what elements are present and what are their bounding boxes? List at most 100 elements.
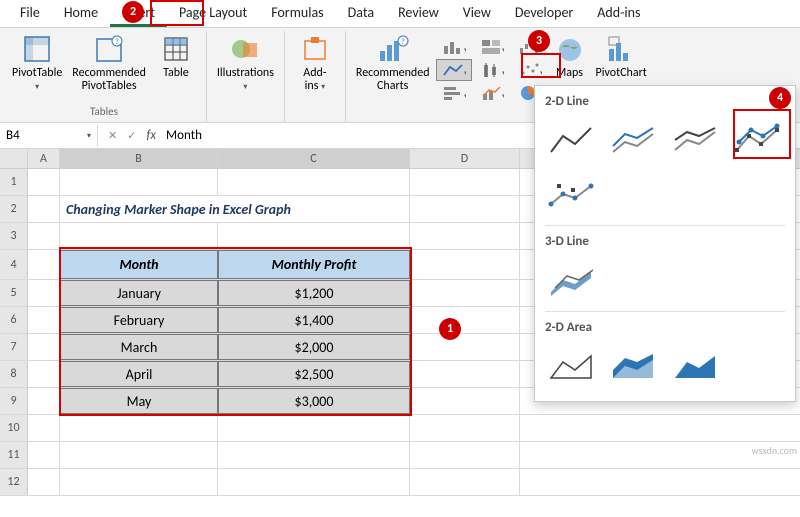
cell[interactable] <box>28 334 60 360</box>
tab-review[interactable]: Review <box>386 0 451 27</box>
line-with-markers-option[interactable] <box>729 117 785 163</box>
row-header[interactable]: 11 <box>0 442 28 468</box>
cell[interactable] <box>410 442 520 468</box>
area-chart-option[interactable] <box>543 343 599 389</box>
row-header[interactable]: 7 <box>0 334 28 360</box>
table-button[interactable]: Table <box>152 33 200 95</box>
row-header[interactable]: 9 <box>0 388 28 414</box>
tab-insert[interactable]: Insert <box>110 0 167 27</box>
cell[interactable] <box>410 223 520 249</box>
table-cell[interactable]: January <box>60 280 218 306</box>
row-header[interactable]: 6 <box>0 307 28 333</box>
stacked-line-markers-option[interactable] <box>543 171 599 217</box>
cell[interactable] <box>28 415 60 441</box>
bar-chart-button[interactable]: ▾ <box>436 82 472 104</box>
cell[interactable] <box>218 169 410 195</box>
cell[interactable] <box>28 280 60 306</box>
select-all-corner[interactable] <box>0 149 28 168</box>
cell[interactable] <box>28 250 60 279</box>
row-header[interactable]: 5 <box>0 280 28 306</box>
table-cell[interactable]: April <box>60 361 218 387</box>
recommended-pivottables-button[interactable]: ? Recommended PivotTables <box>68 33 150 95</box>
statistic-chart-button[interactable]: ▾ <box>474 59 510 81</box>
tab-formulas[interactable]: Formulas <box>259 0 335 27</box>
cell[interactable] <box>410 196 520 222</box>
row-header[interactable]: 1 <box>0 169 28 195</box>
stacked-area-option[interactable] <box>605 343 661 389</box>
scatter-chart-button[interactable]: ▾ <box>512 59 548 81</box>
cancel-formula-icon[interactable]: ✕ <box>108 129 117 142</box>
100pct-stacked-line-option[interactable] <box>667 117 723 163</box>
line-chart-option[interactable] <box>543 117 599 163</box>
cell[interactable] <box>28 388 60 414</box>
tab-addins[interactable]: Add-ins <box>585 0 652 27</box>
cell[interactable] <box>410 361 520 387</box>
header-month[interactable]: Month <box>60 250 218 279</box>
table-cell[interactable]: $2,500 <box>218 361 410 387</box>
stacked-line-chart-option[interactable] <box>605 117 661 163</box>
tab-view[interactable]: View <box>451 0 503 27</box>
row-header[interactable]: 12 <box>0 469 28 495</box>
waterfall-chart-button[interactable]: ▾ <box>512 36 548 58</box>
cell[interactable] <box>28 361 60 387</box>
cell[interactable] <box>60 442 218 468</box>
row-header[interactable]: 2 <box>0 196 28 222</box>
cell[interactable] <box>410 469 520 495</box>
tab-page-layout[interactable]: Page Layout <box>167 0 259 27</box>
cell[interactable] <box>218 469 410 495</box>
header-profit[interactable]: Monthly Profit <box>218 250 410 279</box>
tab-developer[interactable]: Developer <box>503 0 585 27</box>
cell[interactable] <box>410 307 520 333</box>
addins-button[interactable]: Add- ins ▾ <box>291 33 339 95</box>
recommended-charts-button[interactable]: ? Recommended Charts <box>352 33 434 104</box>
row-header[interactable]: 3 <box>0 223 28 249</box>
cell[interactable] <box>410 250 520 279</box>
cell[interactable] <box>28 169 60 195</box>
tab-data[interactable]: Data <box>336 0 386 27</box>
col-c[interactable]: C <box>218 149 410 168</box>
cell[interactable] <box>218 442 410 468</box>
name-box[interactable]: B4▾ <box>0 125 98 146</box>
table-cell[interactable]: $2,000 <box>218 334 410 360</box>
fx-icon[interactable]: fx <box>146 128 156 143</box>
3d-line-option[interactable] <box>543 257 599 303</box>
cell[interactable] <box>410 415 520 441</box>
row-header[interactable]: 8 <box>0 361 28 387</box>
table-cell[interactable]: $1,200 <box>218 280 410 306</box>
table-cell[interactable]: $3,000 <box>218 388 410 414</box>
cell[interactable] <box>410 280 520 306</box>
column-chart-button[interactable]: ▾ <box>436 36 472 58</box>
table-cell[interactable]: March <box>60 334 218 360</box>
cell[interactable] <box>410 388 520 414</box>
tab-home[interactable]: Home <box>52 0 110 27</box>
cell[interactable] <box>28 469 60 495</box>
cell[interactable] <box>28 223 60 249</box>
tab-file[interactable]: File <box>8 0 52 27</box>
cell[interactable] <box>28 442 60 468</box>
cell[interactable] <box>60 169 218 195</box>
cell[interactable] <box>28 196 60 222</box>
illustrations-button[interactable]: Illustrations▾ <box>213 33 278 95</box>
cell[interactable] <box>28 307 60 333</box>
cell[interactable] <box>218 223 410 249</box>
cell[interactable] <box>410 334 520 360</box>
accept-formula-icon[interactable]: ✓ <box>127 129 136 142</box>
cell[interactable] <box>410 169 520 195</box>
cell[interactable] <box>218 415 410 441</box>
table-cell[interactable]: February <box>60 307 218 333</box>
hierarchy-chart-button[interactable]: ▾ <box>474 36 510 58</box>
col-b[interactable]: B <box>60 149 218 168</box>
cell[interactable] <box>60 469 218 495</box>
title-cell[interactable]: Changing Marker Shape in Excel Graph <box>60 196 410 222</box>
table-cell[interactable]: $1,400 <box>218 307 410 333</box>
combo-chart-button[interactable]: ▾ <box>474 82 510 104</box>
col-d[interactable]: D <box>410 149 520 168</box>
pivottable-button[interactable]: PivotTable▾ <box>8 33 66 95</box>
row-header[interactable]: 10 <box>0 415 28 441</box>
col-a[interactable]: A <box>28 149 60 168</box>
cell[interactable] <box>60 223 218 249</box>
table-cell[interactable]: May <box>60 388 218 414</box>
cell[interactable] <box>60 415 218 441</box>
row-header[interactable]: 4 <box>0 250 28 279</box>
100pct-area-option[interactable] <box>667 343 723 389</box>
